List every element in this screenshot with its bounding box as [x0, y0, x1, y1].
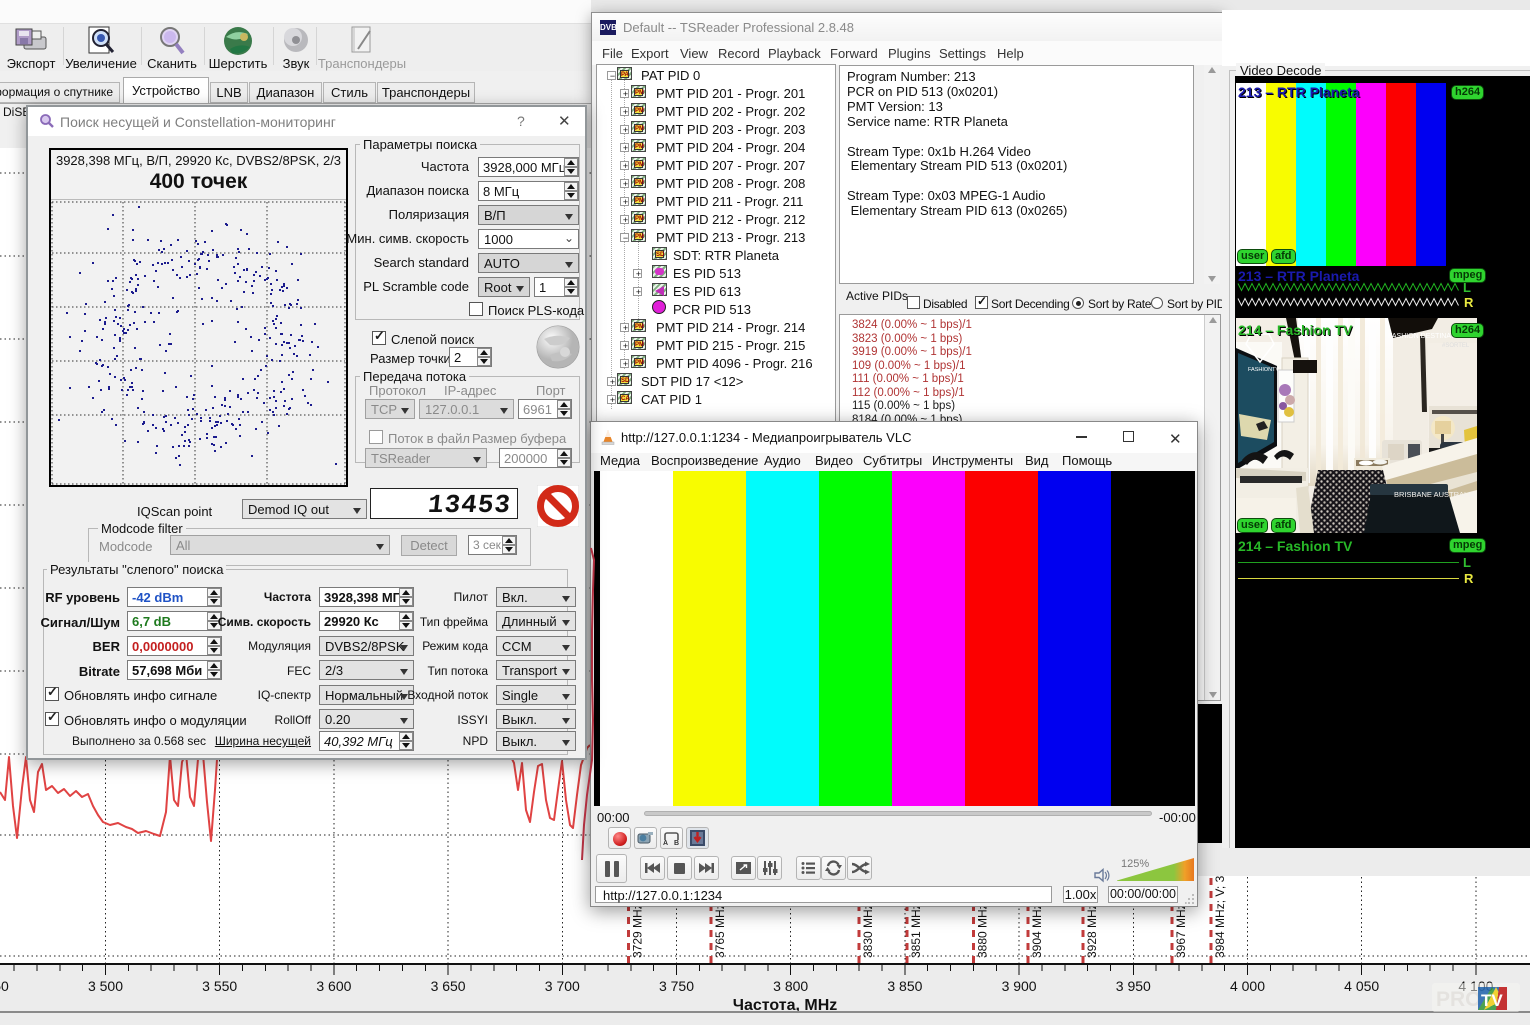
svg-text:4 050: 4 050: [1344, 978, 1379, 994]
svg-text:BRISBANE AUSTRALIA♀: BRISBANE AUSTRALIA♀: [1394, 490, 1477, 499]
svg-text:A: A: [663, 840, 668, 847]
svg-text:4 000: 4 000: [1230, 978, 1265, 994]
svg-text:3765 MHz;: 3765 MHz;: [713, 900, 727, 958]
svg-text:3 650: 3 650: [431, 978, 466, 994]
svg-text:3 600: 3 600: [316, 978, 351, 994]
svg-text:3830 MHz;: 3830 MHz;: [861, 900, 875, 958]
svg-text:3904 MHz;: 3904 MHz;: [1030, 900, 1044, 958]
svg-text:3 500: 3 500: [88, 978, 123, 994]
svg-text:3851 MHz;: 3851 MHz;: [909, 900, 923, 958]
svg-text:3 900: 3 900: [1002, 978, 1037, 994]
svg-text:3984 MHz; V; 339: 3984 MHz; V; 339: [1213, 862, 1227, 958]
svg-text:FASHIONTV: FASHIONTV: [1248, 367, 1280, 373]
svg-text:3 700: 3 700: [545, 978, 580, 994]
svg-text:3 950: 3 950: [1116, 978, 1151, 994]
svg-text:3 450: 3 450: [0, 978, 9, 994]
svg-text:3729 MHz;: 3729 MHz;: [631, 900, 645, 958]
svg-text:3 750: 3 750: [659, 978, 694, 994]
svg-text:TV: TV: [1481, 991, 1503, 1010]
svg-text:3 550: 3 550: [202, 978, 237, 994]
svg-text:3 850: 3 850: [887, 978, 922, 994]
svg-text:3928 MHz;: 3928 MHz;: [1085, 900, 1099, 958]
svg-text:3 800: 3 800: [773, 978, 808, 994]
svg-text:3967 MHz;: 3967 MHz;: [1174, 900, 1188, 958]
svg-text:3880 MHz;: 3880 MHz;: [975, 900, 989, 958]
svg-text:B: B: [674, 840, 679, 847]
svg-text:PRO: PRO: [1436, 988, 1482, 1011]
svg-text:#SORTEL: #SORTEL: [1442, 343, 1470, 349]
